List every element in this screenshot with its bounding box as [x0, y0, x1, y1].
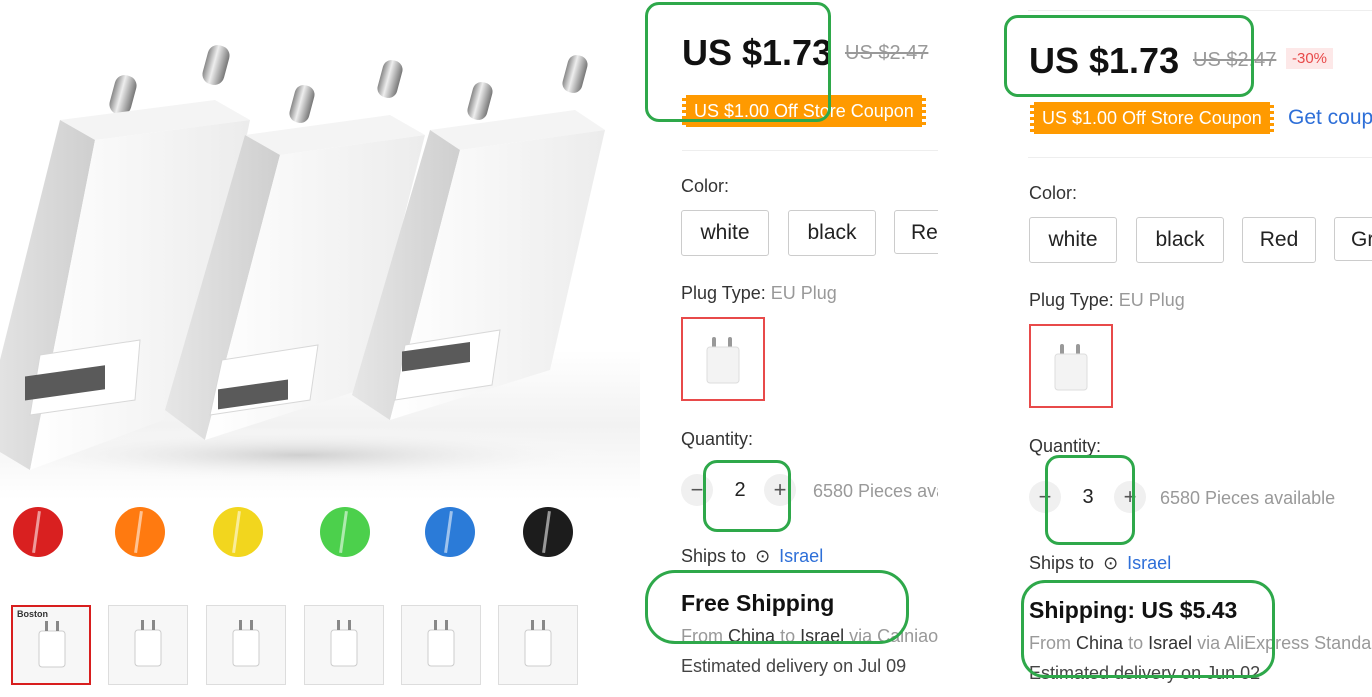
highlight-shipping-b	[1021, 580, 1275, 678]
get-coupons-link[interactable]: Get coupons	[1288, 106, 1372, 130]
color-option-red[interactable]: Red	[1242, 217, 1316, 263]
ships-to-country-link[interactable]: Israel	[1127, 553, 1171, 573]
color-option-red[interactable]: Re	[894, 210, 938, 254]
plug-type-value: EU Plug	[1118, 290, 1185, 310]
charger-spec-icon	[207, 606, 285, 684]
original-price: US $2.47	[845, 42, 929, 64]
eu-plug-icon	[1054, 344, 1088, 391]
product-main-image[interactable]	[0, 0, 640, 500]
location-pin-icon: ⊙	[755, 546, 771, 566]
color-option-white[interactable]: white	[681, 210, 769, 256]
charger-phone-icon	[109, 606, 187, 684]
color-label: Color:	[681, 176, 730, 196]
pieces-available: 6580 Pieces available	[1160, 488, 1336, 508]
ships-to-label: Ships to	[681, 546, 747, 566]
color-swatch-1[interactable]	[13, 507, 63, 557]
quantity-label: Quantity:	[681, 429, 754, 449]
divider	[1028, 157, 1372, 158]
color-swatch-3[interactable]	[213, 507, 263, 557]
color-swatch-2[interactable]	[115, 507, 165, 557]
thumb-broadband[interactable]	[304, 605, 384, 685]
plug-option-eu[interactable]	[681, 317, 765, 401]
plug-type-row: Plug Type: EU Plug	[1029, 290, 1185, 311]
ships-to-row: Ships to ⊙ Israel	[681, 546, 823, 567]
charger-devices-icon	[499, 606, 577, 684]
quantity-label: Quantity:	[1029, 436, 1102, 456]
thumb-phone-charging[interactable]	[108, 605, 188, 685]
color-swatch-5[interactable]	[425, 507, 475, 557]
color-swatch-6[interactable]	[523, 507, 573, 557]
store-coupon-badge[interactable]: US $1.00 Off Store Coupon	[1030, 102, 1274, 134]
chargers-illustration	[0, 45, 620, 483]
charger-hand-icon	[402, 606, 480, 684]
plug-option-eu[interactable]	[1029, 324, 1113, 408]
highlight-price-b	[1004, 15, 1254, 97]
ships-to-label: Ships to	[1029, 553, 1095, 573]
color-option-black[interactable]: black	[788, 210, 876, 256]
thumb-boston[interactable]: Boston	[11, 605, 91, 685]
plug-type-value: EU Plug	[770, 283, 837, 303]
highlight-price-a	[645, 2, 831, 122]
thumb-safety[interactable]	[401, 605, 481, 685]
charger-globe-icon	[305, 606, 383, 684]
color-label: Color:	[1029, 183, 1078, 203]
divider	[1028, 10, 1372, 11]
eu-plug-icon	[706, 337, 740, 384]
divider	[682, 150, 938, 151]
pieces-available: 6580 Pieces ava	[813, 481, 938, 501]
plug-type-row: Plug Type: EU Plug	[681, 283, 837, 304]
highlight-quantity-b	[1045, 455, 1135, 545]
estimated-delivery: Estimated delivery on Jul 09	[681, 656, 907, 676]
color-option-green[interactable]: Gr	[1334, 217, 1372, 261]
thumbnail-brand-text: Boston	[17, 609, 48, 619]
highlight-shipping-a	[645, 570, 909, 644]
color-swatch-4[interactable]	[320, 507, 370, 557]
location-pin-icon: ⊙	[1103, 553, 1119, 573]
ships-to-row: Ships to ⊙ Israel	[1029, 553, 1171, 574]
plug-type-label: Plug Type:	[681, 283, 766, 303]
discount-badge: -30%	[1286, 48, 1334, 69]
thumb-spec-sheet[interactable]	[206, 605, 286, 685]
highlight-quantity-a	[703, 460, 791, 532]
color-option-white[interactable]: white	[1029, 217, 1117, 263]
thumb-compat[interactable]	[498, 605, 578, 685]
plug-type-label: Plug Type:	[1029, 290, 1114, 310]
ships-to-country-link[interactable]: Israel	[779, 546, 823, 566]
color-option-black[interactable]: black	[1136, 217, 1224, 263]
